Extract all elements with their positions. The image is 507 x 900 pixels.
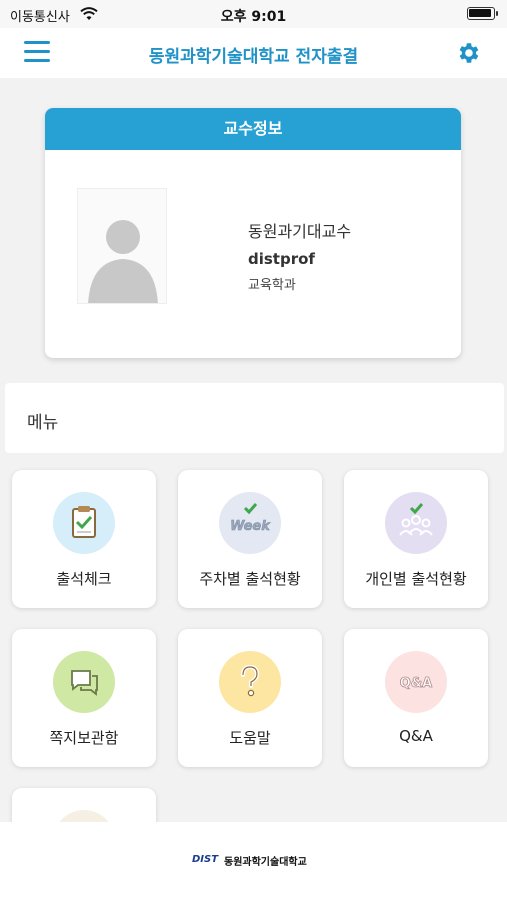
battery-icon <box>467 7 498 20</box>
menu-tile-help[interactable]: 도움말 <box>178 629 322 767</box>
svg-text:Q&A: Q&A <box>400 676 432 691</box>
school-logo: DIST <box>192 854 219 865</box>
menu-title: 메뉴 <box>27 413 59 433</box>
week-icon: Week <box>219 492 281 554</box>
person-silhouette-icon <box>88 220 158 303</box>
avatar <box>77 188 167 304</box>
svg-text:Week: Week <box>230 519 271 534</box>
menu-tile-label: 주차별 출석현황 <box>199 570 301 588</box>
navbar: 동원과학기술대학교 전자출결 <box>0 28 507 78</box>
menu-tile-qna[interactable]: Q&A Q&A <box>344 629 488 767</box>
professor-department: 교육학과 <box>248 278 296 293</box>
menu-tile-individual-attendance[interactable]: 개인별 출석현황 <box>344 470 488 608</box>
menu-tile-label: Q&A <box>399 727 433 745</box>
people-check-icon <box>385 492 447 554</box>
clipboard-check-icon <box>53 492 115 554</box>
menu-tile-label: 도움말 <box>229 729 271 747</box>
menu-tile-weekly-attendance[interactable]: Week 주차별 출석현황 <box>178 470 322 608</box>
status-time: 오후 9:01 <box>220 9 287 25</box>
menu-tile-message-box[interactable]: 쪽지보관함 <box>12 629 156 767</box>
professor-user-id: distprof <box>248 250 315 268</box>
menu-tile-label: 쪽지보관함 <box>49 729 119 747</box>
gear-icon[interactable] <box>455 40 481 66</box>
status-bar: 이동통신사 오후 9:01 <box>0 0 507 28</box>
menu-tile-label: 출석체크 <box>56 570 112 588</box>
menu-section: 메뉴 <box>5 383 504 453</box>
page-title: 동원과학기술대학교 전자출결 <box>148 47 359 67</box>
menu-tile-attendance-check[interactable]: 출석체크 <box>12 470 156 608</box>
school-name: 동원과학기술대학교 <box>224 857 307 868</box>
professor-card-header: 교수정보 <box>45 108 461 150</box>
message-icon <box>53 651 115 713</box>
menu-tile-label: 개인별 출석현황 <box>365 570 467 588</box>
professor-name: 동원과기대교수 <box>248 222 352 241</box>
question-icon <box>219 651 281 713</box>
footer: DIST 동원과학기술대학교 <box>0 822 507 900</box>
professor-card: 교수정보 동원과기대교수 distprof 교육학과 <box>45 108 461 358</box>
qna-icon: Q&A <box>385 651 447 713</box>
